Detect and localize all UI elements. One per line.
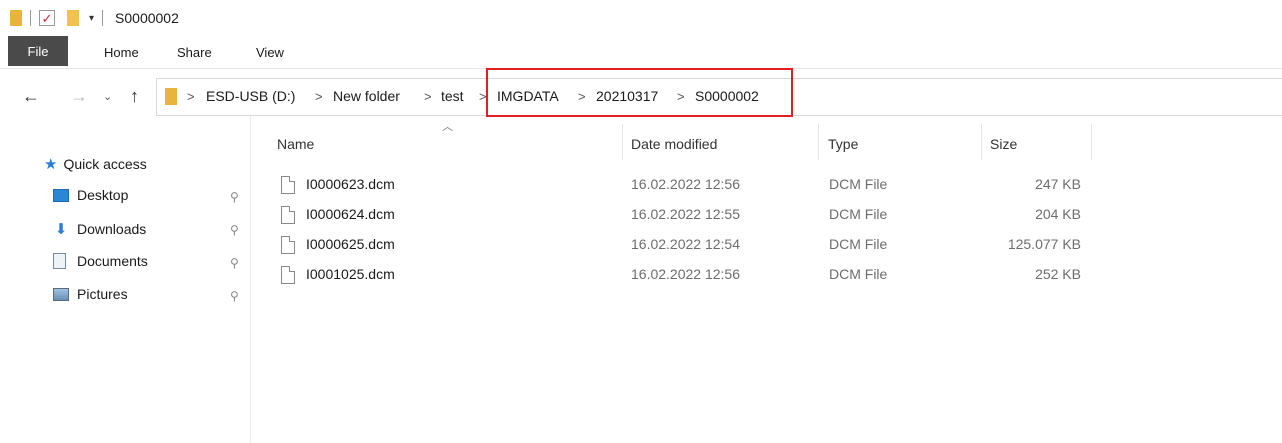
breadcrumb-chevron-icon[interactable]: > — [424, 89, 432, 104]
file-icon — [281, 176, 295, 194]
column-header-name[interactable]: Name — [277, 136, 314, 152]
folder-icon[interactable] — [10, 10, 22, 26]
pictures-icon — [53, 287, 69, 301]
column-divider[interactable] — [818, 124, 819, 160]
star-icon: ★ — [44, 156, 58, 173]
title-bar: ✓ ▾ S0000002 — [0, 0, 1282, 36]
file-name: I0000625.dcm — [306, 236, 395, 252]
forward-arrow-icon[interactable]: → — [70, 87, 88, 105]
pin-icon[interactable]: ⚲ — [230, 190, 239, 204]
file-size: 252 KB — [1035, 266, 1081, 282]
documents-icon — [53, 253, 66, 269]
ribbon-tabs: File Home Share View — [0, 36, 1282, 66]
column-header-size[interactable]: Size — [990, 136, 1017, 152]
breadcrumb-item-drive[interactable]: ESD-USB (D:) — [206, 88, 295, 104]
new-folder-icon[interactable] — [67, 10, 79, 26]
tab-file[interactable]: File — [8, 36, 68, 66]
file-type: DCM File — [829, 266, 888, 282]
sidebar-item-downloads[interactable]: ⬇ Downloads — [53, 220, 147, 238]
breadcrumb-item-new-folder[interactable]: New folder — [333, 88, 400, 104]
back-arrow-icon[interactable]: ← — [22, 87, 40, 105]
sidebar-item-label: Downloads — [77, 221, 147, 237]
sidebar-item-label: Quick access — [63, 156, 147, 172]
window-title: S0000002 — [115, 10, 179, 26]
downloads-icon: ⬇ — [54, 221, 68, 238]
highlight-box — [486, 68, 793, 117]
file-size: 125.077 KB — [1007, 236, 1081, 252]
tab-home[interactable]: Home — [104, 45, 139, 60]
table-row[interactable]: I0001025.dcm 16.02.2022 12:56 DCM File 2… — [279, 260, 1091, 290]
file-name: I0001025.dcm — [306, 266, 395, 282]
file-icon — [281, 206, 295, 224]
file-size: 204 KB — [1035, 206, 1081, 222]
file-name: I0000624.dcm — [306, 206, 395, 222]
pin-icon[interactable]: ⚲ — [230, 289, 239, 303]
pin-icon[interactable]: ⚲ — [230, 223, 239, 237]
column-divider[interactable] — [1091, 124, 1092, 160]
tab-view[interactable]: View — [256, 45, 284, 60]
desktop-icon — [53, 188, 69, 202]
column-divider[interactable] — [622, 124, 623, 160]
table-row[interactable]: I0000624.dcm 16.02.2022 12:55 DCM File 2… — [279, 200, 1091, 230]
sidebar-item-pictures[interactable]: Pictures — [53, 286, 128, 302]
file-type: DCM File — [829, 236, 888, 252]
divider — [30, 10, 31, 26]
file-name: I0000623.dcm — [306, 176, 395, 192]
column-divider[interactable] — [981, 124, 982, 160]
file-type: DCM File — [829, 206, 888, 222]
file-date: 16.02.2022 12:55 — [631, 206, 740, 222]
sidebar-item-quick-access[interactable]: ★ Quick access — [44, 155, 147, 173]
folder-icon — [165, 88, 177, 105]
pin-icon[interactable]: ⚲ — [230, 256, 239, 270]
breadcrumb-chevron-icon[interactable]: > — [315, 89, 323, 104]
sidebar-item-desktop[interactable]: Desktop — [53, 187, 128, 203]
column-header-type[interactable]: Type — [828, 136, 858, 152]
table-row[interactable]: I0000625.dcm 16.02.2022 12:54 DCM File 1… — [279, 230, 1091, 260]
sidebar-item-documents[interactable]: Documents — [53, 253, 148, 269]
tab-share[interactable]: Share — [177, 45, 212, 60]
file-type: DCM File — [829, 176, 888, 192]
sidebar-item-label: Desktop — [77, 187, 129, 203]
breadcrumb-item-test[interactable]: test — [441, 88, 464, 104]
sidebar-item-label: Documents — [77, 253, 148, 269]
file-icon — [281, 266, 295, 284]
file-date: 16.02.2022 12:56 — [631, 266, 740, 282]
quick-access-toolbar-dropdown-icon[interactable]: ▾ — [89, 13, 94, 24]
file-icon — [281, 236, 295, 254]
breadcrumb-chevron-icon[interactable]: > — [187, 89, 195, 104]
sort-ascending-icon: ︿ — [442, 121, 453, 133]
divider — [102, 10, 104, 26]
column-header-date[interactable]: Date modified — [631, 136, 717, 152]
table-row[interactable]: I0000623.dcm 16.02.2022 12:56 DCM File 2… — [279, 170, 1091, 200]
file-date: 16.02.2022 12:54 — [631, 236, 740, 252]
up-arrow-icon[interactable]: ↑ — [130, 87, 139, 105]
properties-icon[interactable]: ✓ — [39, 10, 55, 26]
recent-locations-chevron-icon[interactable]: ⌄ — [103, 90, 112, 103]
file-size: 247 KB — [1035, 176, 1081, 192]
sidebar-item-label: Pictures — [77, 286, 128, 302]
file-date: 16.02.2022 12:56 — [631, 176, 740, 192]
